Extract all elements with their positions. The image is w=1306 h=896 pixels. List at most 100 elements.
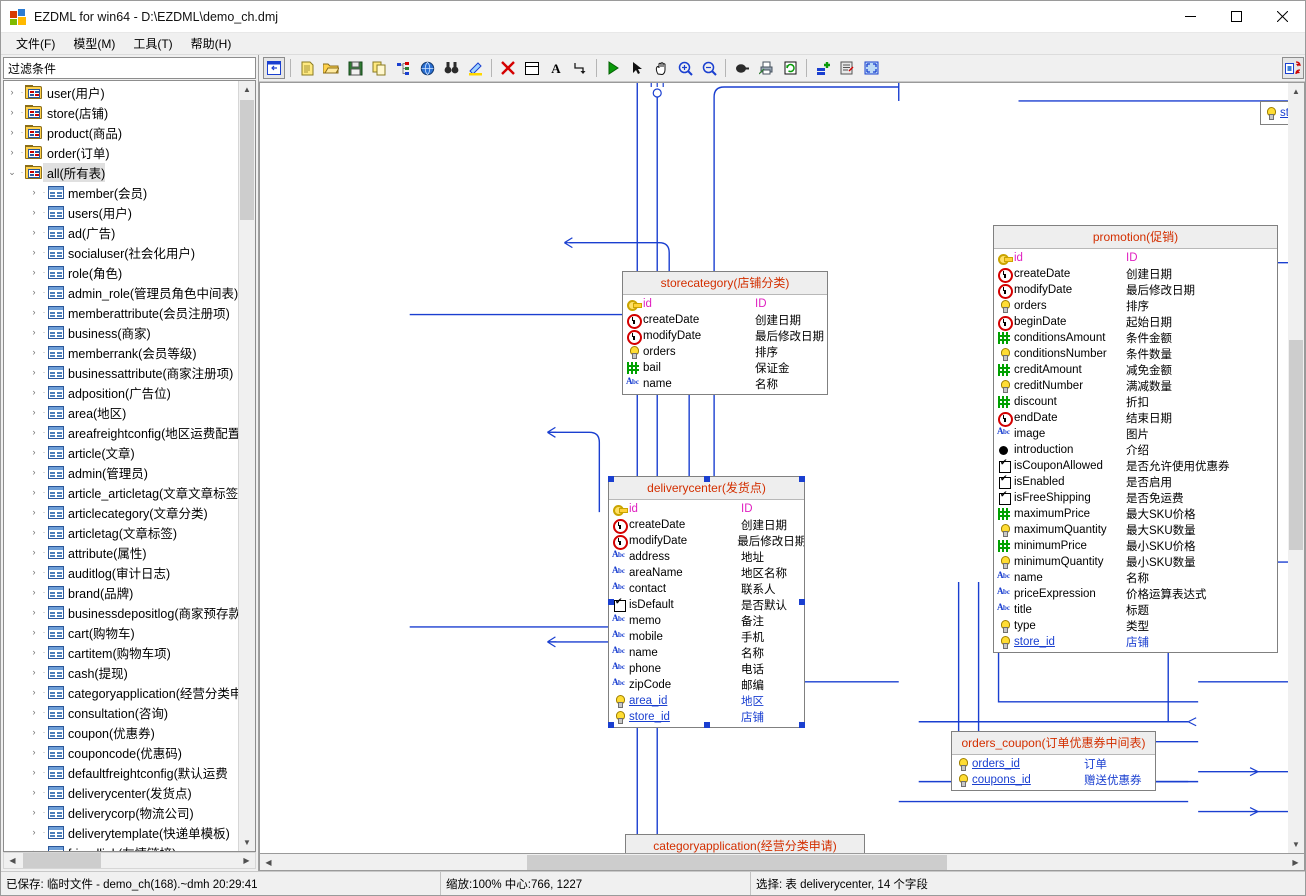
er-table-deliverycenter[interactable]: deliverycenter(发货点) id ID createDate 创建日期 mod… (608, 476, 805, 728)
er-field-row[interactable]: title 标题 (994, 602, 1277, 618)
tree-node[interactable]: › · deliverytemplate(快递单模板) (4, 822, 238, 842)
letter-a-icon[interactable]: A (545, 57, 567, 79)
maximize-button[interactable] (1213, 1, 1259, 33)
tree-node[interactable]: › · ad(广告) (4, 222, 238, 242)
tree-node[interactable]: › · areafreightconfig(地区运费配置 (4, 422, 238, 442)
chevron-right-icon[interactable]: › (26, 302, 42, 322)
new-document-icon[interactable] (296, 57, 318, 79)
pencil-highlight-icon[interactable] (464, 57, 486, 79)
tree-node[interactable]: › · user(用户) (4, 82, 238, 102)
er-field-row[interactable]: id ID (994, 250, 1277, 266)
chevron-right-icon[interactable]: › (4, 142, 20, 162)
tree-structure-icon[interactable] (392, 57, 414, 79)
canvas-scroll-right-button[interactable]: ▶ (1287, 858, 1304, 867)
chevron-right-icon[interactable]: › (26, 342, 42, 362)
tree-node[interactable]: › · attribute(属性) (4, 542, 238, 562)
er-field-row[interactable]: orders 排序 (623, 344, 827, 360)
red-x-icon[interactable] (497, 57, 519, 79)
er-field-row[interactable]: createDate 创建日期 (609, 517, 804, 534)
chevron-right-icon[interactable]: › (26, 242, 42, 262)
properties-icon[interactable] (836, 57, 858, 79)
er-table-title[interactable]: storecategory(店铺分类) (623, 272, 827, 295)
tree-node[interactable]: › · admin_role(管理员角色中间表) (4, 282, 238, 302)
chevron-right-icon[interactable]: › (26, 542, 42, 562)
canvas-hscroll-thumb[interactable] (527, 854, 947, 870)
tree-node[interactable]: › · consultation(咨询) (4, 702, 238, 722)
scroll-up-button[interactable]: ▲ (239, 81, 255, 98)
tree-node[interactable]: › · product(商品) (4, 122, 238, 142)
er-field-row[interactable]: modifyDate 最后修改日期 (609, 533, 804, 550)
scroll-thumb[interactable] (240, 100, 254, 220)
er-field-row[interactable]: memo 备注 (609, 613, 804, 629)
er-field-row[interactable]: priceExpression 价格运算表达式 (994, 586, 1277, 602)
chevron-right-icon[interactable]: › (26, 582, 42, 602)
chevron-down-icon[interactable]: ⌄ (4, 162, 20, 182)
cursor-arrow-icon[interactable] (626, 57, 648, 79)
relation-arrow-icon[interactable] (569, 57, 591, 79)
fit-to-screen-icon[interactable] (860, 57, 882, 79)
chevron-right-icon[interactable]: › (26, 282, 42, 302)
er-field-row[interactable]: name 名称 (609, 645, 804, 661)
scroll-track[interactable] (239, 98, 255, 834)
chevron-right-icon[interactable]: › (26, 602, 42, 622)
selection-handle[interactable] (799, 722, 805, 728)
canvas-scroll-up-button[interactable]: ▲ (1288, 83, 1304, 100)
hscroll-track[interactable] (21, 853, 238, 868)
partial-table-store[interactable]: sto (1260, 101, 1288, 125)
tree-node[interactable]: › · role(角色) (4, 262, 238, 282)
er-field-row[interactable]: coupons_id 赠送优惠券 (952, 772, 1155, 788)
tree-node[interactable]: › · memberrank(会员等级) (4, 342, 238, 362)
er-table-title[interactable]: categoryapplication(经营分类申请) (626, 835, 864, 853)
er-field-row[interactable]: name 名称 (994, 570, 1277, 586)
chevron-right-icon[interactable]: › (26, 482, 42, 502)
er-table-categoryapplication[interactable]: categoryapplication(经营分类申请)idIDcreateDat… (625, 834, 865, 853)
tree-node[interactable]: › · store(店铺) (4, 102, 238, 122)
tree-node[interactable]: › · cash(提现) (4, 662, 238, 682)
menu-file[interactable]: 文件(F) (7, 33, 64, 55)
chevron-right-icon[interactable]: › (26, 562, 42, 582)
er-field-row[interactable]: phone 电话 (609, 661, 804, 677)
binoculars-icon[interactable] (440, 57, 462, 79)
menu-model[interactable]: 模型(M) (64, 33, 124, 55)
chevron-right-icon[interactable]: › (26, 462, 42, 482)
open-folder-icon[interactable] (320, 57, 342, 79)
tree-node[interactable]: ›· friendlink(友情链接) (4, 842, 238, 851)
er-field-row[interactable]: creditAmount 减免金额 (994, 362, 1277, 378)
er-table-promotion[interactable]: promotion(促销) id ID createDate 创建日期 modifyDat… (993, 225, 1278, 653)
tree-node[interactable]: › · admin(管理员) (4, 462, 238, 482)
tree-node[interactable]: › · defaultfreightconfig(默认运费 (4, 762, 238, 782)
db-plug-icon[interactable] (731, 57, 753, 79)
er-field-row[interactable]: maximumQuantity 最大SKU数量 (994, 522, 1277, 538)
er-table-storecategory[interactable]: storecategory(店铺分类) id ID createDate 创建日期 mod… (622, 271, 828, 395)
chevron-right-icon[interactable]: › (26, 622, 42, 642)
selection-handle[interactable] (608, 722, 614, 728)
er-field-row[interactable]: isCouponAllowed 是否允许使用优惠券 (994, 457, 1277, 474)
chevron-right-icon[interactable]: › (26, 842, 42, 851)
chevron-right-icon[interactable]: › (26, 422, 42, 442)
chevron-right-icon[interactable]: › (26, 782, 42, 802)
selection-handle[interactable] (703, 476, 710, 482)
er-table-title[interactable]: promotion(促销) (994, 226, 1277, 249)
chevron-right-icon[interactable]: › (26, 722, 42, 742)
tree-node[interactable]: › · users(用户) (4, 202, 238, 222)
er-field-row[interactable]: address 地址 (609, 549, 804, 565)
tree-node[interactable]: › · couponcode(优惠码) (4, 742, 238, 762)
tree-node[interactable]: ⌄ · all(所有表) (4, 162, 238, 182)
scroll-right-button[interactable]: ▶ (238, 856, 255, 865)
er-field-row[interactable]: store_id 店铺 (994, 634, 1277, 650)
tree-node[interactable]: › · memberattribute(会员注册项) (4, 302, 238, 322)
table-box-icon[interactable] (521, 57, 543, 79)
er-field-row[interactable]: orders 排序 (994, 298, 1277, 314)
chevron-right-icon[interactable]: › (26, 402, 42, 422)
tree-node[interactable]: › · brand(品牌) (4, 582, 238, 602)
minimize-button[interactable] (1167, 1, 1213, 33)
model-tree[interactable]: › · user(用户) › · store(店铺) › · product(商品) › · orde… (4, 81, 238, 851)
canvas-hscroll-track[interactable] (277, 854, 1287, 870)
er-field-row[interactable]: conditionsNumber 条件数量 (994, 346, 1277, 362)
add-group-icon[interactable] (812, 57, 834, 79)
tree-node[interactable]: › · cartitem(购物车项) (4, 642, 238, 662)
er-field-row[interactable]: id ID (623, 296, 827, 312)
canvas-scroll-left-button[interactable]: ◀ (260, 858, 277, 867)
tree-horizontal-scrollbar[interactable]: ◀ ▶ (3, 852, 256, 869)
er-field-row[interactable]: area_id 地区 (609, 693, 804, 709)
